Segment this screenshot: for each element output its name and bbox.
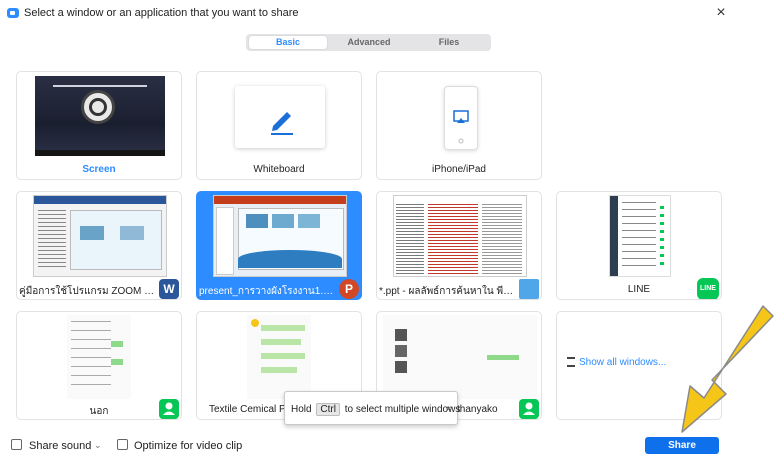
tab-advanced[interactable]: Advanced <box>330 36 408 49</box>
window-preview <box>67 315 131 399</box>
window-preview <box>213 195 347 277</box>
multi-select-tooltip: Hold Ctrl to select multiple windows <box>284 391 461 425</box>
tab-bar: Basic Advanced Files <box>246 34 491 51</box>
file-explorer-icon <box>519 279 539 299</box>
user-icon <box>519 399 539 419</box>
window-preview <box>393 195 527 277</box>
tile-iphone-ipad[interactable]: iPhone/iPad <box>376 71 542 180</box>
tooltip-prefix: Hold <box>291 404 312 415</box>
tile-window-explorer[interactable]: *.ppt - ผลลัพธ์การค้นหาใน พีซีเครื่องนี้ <box>376 191 542 300</box>
powerpoint-icon: P <box>339 279 359 299</box>
tooltip-suffix: to select multiple windows <box>344 404 461 415</box>
window-title: Select a window or an application that y… <box>24 7 299 19</box>
tile-label: Screen <box>82 164 116 175</box>
tile-label: present_การวางผังโรงงาน1.pptx - Po... <box>199 286 335 297</box>
zoom-icon <box>7 8 19 18</box>
device-preview <box>444 86 478 150</box>
optimize-video-label: Optimize for video clip <box>134 440 243 452</box>
screen-preview <box>35 76 165 156</box>
tile-label: LINE <box>627 284 651 295</box>
windows-list-icon <box>567 357 575 368</box>
title-bar: Select a window or an application that y… <box>0 0 774 26</box>
optimize-video-checkbox[interactable] <box>117 439 128 450</box>
ctrl-key: Ctrl <box>316 403 340 416</box>
word-icon: W <box>159 279 179 299</box>
user-icon <box>159 399 179 419</box>
obs-icon <box>81 90 115 124</box>
window-preview <box>383 315 537 399</box>
tile-window-powerpoint[interactable]: present_การวางผังโรงงาน1.pptx - Po... P <box>196 191 362 300</box>
airplay-icon <box>453 110 469 144</box>
pen-icon <box>271 112 293 135</box>
tile-window-chat-1[interactable]: นอก <box>16 311 182 420</box>
window-preview <box>33 195 167 277</box>
line-icon: LINE <box>697 278 719 299</box>
share-sound-label: Share sound <box>29 440 92 452</box>
tile-label: *.ppt - ผลลัพธ์การค้นหาใน พีซีเครื่องนี้ <box>379 286 515 297</box>
window-preview <box>247 315 311 399</box>
tile-label: คู่มือการใช้โปรแกรม ZOOM Window... <box>19 286 155 297</box>
show-all-windows-link[interactable]: Show all windows... <box>567 357 666 368</box>
tile-screen[interactable]: Screen <box>16 71 182 180</box>
share-sound-checkbox[interactable] <box>11 439 22 450</box>
close-icon[interactable]: × <box>713 4 729 22</box>
tile-whiteboard[interactable]: Whiteboard <box>196 71 362 180</box>
tab-basic[interactable]: Basic <box>249 36 327 49</box>
tab-files[interactable]: Files <box>410 36 488 49</box>
annotation-arrow-icon <box>681 305 774 433</box>
tile-label: Whiteboard <box>253 164 305 175</box>
tile-window-line[interactable]: LINE LINE <box>556 191 722 300</box>
tile-label: iPhone/iPad <box>432 164 486 175</box>
show-all-label: Show all windows... <box>579 357 667 368</box>
tooltip-close-icon[interactable]: × <box>446 404 452 415</box>
window-preview <box>609 195 671 277</box>
chevron-down-icon[interactable]: ⌄ <box>94 440 102 451</box>
tile-label: นอก <box>89 406 109 417</box>
tile-window-word[interactable]: คู่มือการใช้โปรแกรม ZOOM Window... W <box>16 191 182 300</box>
whiteboard-preview <box>235 86 325 148</box>
